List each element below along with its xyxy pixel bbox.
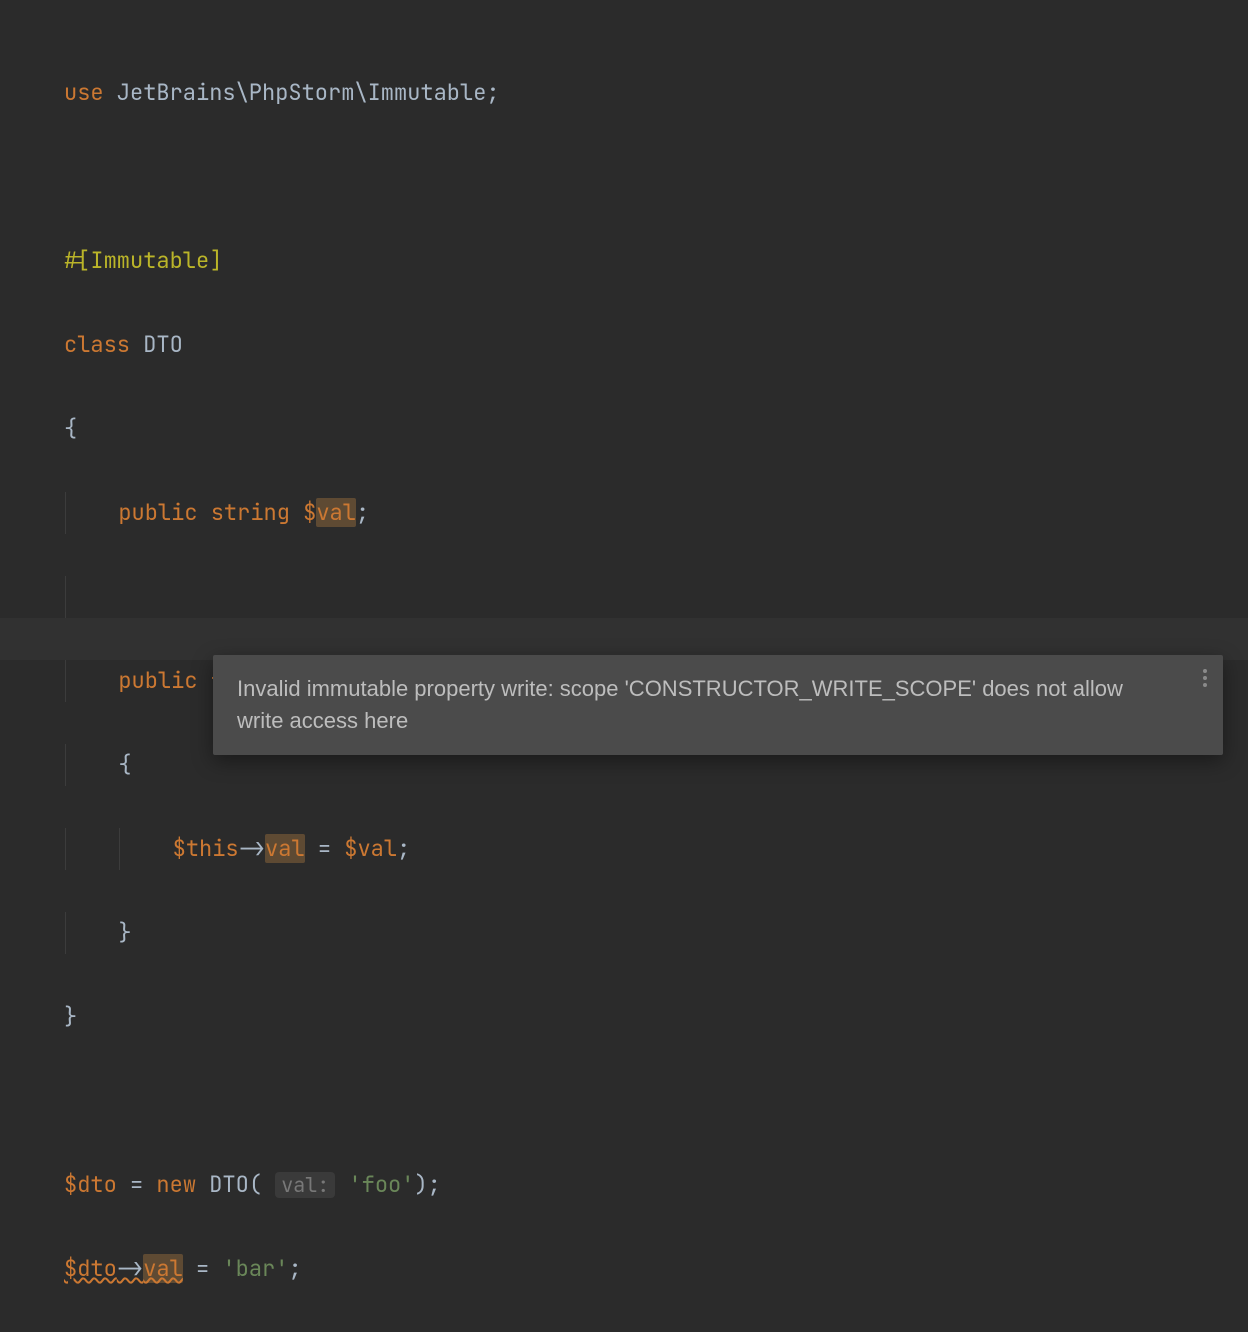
code-line[interactable]: $dto = new DTO( val: 'foo');	[64, 1164, 1248, 1206]
rhs-var: $val	[344, 834, 397, 863]
this-var: $this	[173, 834, 239, 863]
dto-var: $dto	[64, 1254, 117, 1283]
arrow-operator: ->	[117, 1254, 143, 1283]
error-underline[interactable]: $dto->val	[64, 1254, 183, 1283]
semicolon: ;	[397, 834, 410, 863]
property-val: val	[265, 834, 305, 863]
brace-open: {	[118, 750, 131, 779]
dto-var: $dto	[64, 1170, 117, 1199]
code-line[interactable]: class DTO	[64, 324, 1248, 366]
current-line-highlight	[0, 618, 1248, 660]
equals: =	[183, 1254, 223, 1283]
more-actions-icon[interactable]	[1203, 669, 1207, 687]
indent-guide-icon	[65, 828, 66, 870]
brace-close: }	[118, 918, 131, 947]
dollar-sign: $	[290, 498, 316, 527]
code-line[interactable]	[64, 1080, 1248, 1122]
semicolon: ;	[486, 78, 499, 107]
php-attribute: #[Immutable]	[64, 246, 222, 275]
parameter-hint: val:	[275, 1172, 335, 1198]
namespace-path: JetBrains\PhpStorm\Immutable	[104, 78, 487, 107]
brace-close: }	[64, 1002, 77, 1031]
code-line[interactable]: #[Immutable]	[64, 240, 1248, 282]
code-line[interactable]: public string $val;	[64, 492, 1248, 534]
equals: =	[117, 1170, 157, 1199]
indent-guide-icon	[65, 492, 66, 534]
class-ref: DTO	[196, 1170, 249, 1199]
paren-open: (	[249, 1170, 262, 1199]
keyword-use: use	[64, 78, 104, 107]
indent-guide-icon	[65, 912, 66, 954]
code-line[interactable]: }	[64, 996, 1248, 1038]
keyword-new: new	[156, 1170, 196, 1199]
semicolon: ;	[356, 498, 369, 527]
indent-guide-icon	[65, 660, 66, 702]
keyword-public: public	[118, 498, 197, 527]
code-line[interactable]: $dto->val = 'bar';	[64, 1248, 1248, 1290]
paren-close: )	[414, 1170, 427, 1199]
semicolon: ;	[428, 1170, 441, 1199]
keyword-class: class	[64, 330, 130, 359]
semicolon: ;	[288, 1254, 301, 1283]
code-line[interactable]	[64, 156, 1248, 198]
arrow-operator: ->	[239, 834, 265, 863]
code-line[interactable]: use JetBrains\PhpStorm\Immutable;	[64, 72, 1248, 114]
keyword-public: public	[118, 666, 197, 695]
property-val: val	[316, 498, 356, 527]
string-literal: 'bar'	[222, 1254, 288, 1283]
indent-guide-icon	[65, 576, 66, 618]
code-line[interactable]	[64, 576, 1248, 618]
class-name: DTO	[130, 330, 183, 359]
keyword-string: string	[198, 498, 290, 527]
code-line[interactable]: }	[64, 912, 1248, 954]
property-val: val	[143, 1254, 183, 1283]
inspection-tooltip[interactable]: Invalid immutable property write: scope …	[213, 655, 1223, 755]
brace-open: {	[64, 414, 77, 443]
code-line[interactable]: {	[64, 408, 1248, 450]
tooltip-message: Invalid immutable property write: scope …	[237, 673, 1167, 737]
code-line[interactable]: $this->val = $val;	[64, 828, 1248, 870]
string-literal: 'foo'	[348, 1170, 414, 1199]
indent-guide-icon	[119, 828, 120, 870]
equals: =	[305, 834, 345, 863]
